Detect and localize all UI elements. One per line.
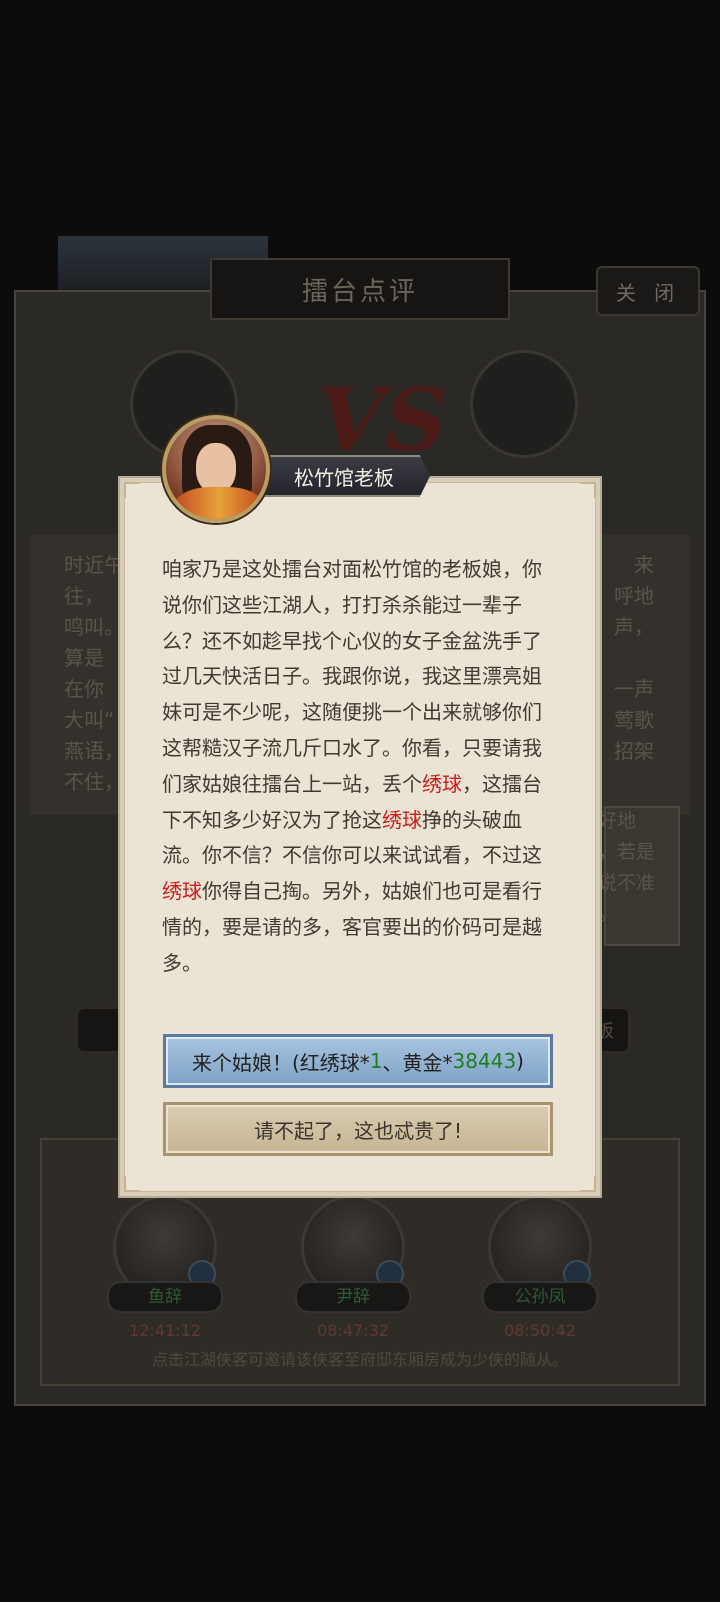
hero-timer: 12:41:12 [129, 1321, 201, 1340]
story-line: 在你 [64, 677, 104, 701]
hero-name: 尹辞 [295, 1281, 411, 1313]
right-fighter-slot [470, 350, 578, 458]
item-highlight: 绣球 [382, 807, 422, 832]
hero-name: 公孙凤 [482, 1281, 598, 1313]
story-line: 莺歌 [614, 708, 654, 732]
dialog-text: 咱家乃是这处擂台对面松竹馆的老板娘，你说你们这些江湖人，打打杀杀能过一辈子么？还… [162, 557, 542, 796]
story-line: 不住， [64, 770, 124, 794]
corner-ornament [580, 482, 596, 498]
story-line: 来 [634, 553, 654, 577]
npc-avatar [162, 415, 270, 523]
gold-cost: 38443 [452, 1049, 517, 1073]
hire-label-middle: 、黄金* [382, 1050, 453, 1075]
hire-girl-button[interactable]: 来个姑娘！(红绣球* 1 、黄金* 38443) [163, 1034, 553, 1088]
hero-timer: 08:50:42 [504, 1321, 576, 1340]
decline-button[interactable]: 请不起了，这也忒贵了! [163, 1102, 553, 1156]
side-card-text: 好地 ，若是 说不准 。 [598, 806, 655, 930]
story-line: 算是 [64, 646, 104, 670]
corner-ornament [124, 482, 140, 498]
hero-hint-text: 点击江湖侠客可邀请该侠客至府邸东厢房成为少侠的随从。 [151, 1350, 568, 1369]
story-text-left: 时近午 往， 鸣叫。 算是 在你 大叫“ 燕语， 不住， [64, 550, 124, 798]
hire-label-suffix: ) [516, 1049, 524, 1073]
corner-ornament [124, 1176, 140, 1192]
card-line: ，若是 [598, 841, 656, 863]
ball-quantity: 1 [369, 1049, 383, 1073]
story-line: 大叫“ [64, 708, 115, 732]
item-highlight: 绣球 [162, 879, 202, 904]
dialog-body: 咱家乃是这处擂台对面松竹馆的老板娘，你说你们这些江湖人，打打杀杀能过一辈子么？还… [162, 552, 554, 982]
card-line: 好地 [598, 810, 637, 832]
story-line: 呼地 [614, 584, 654, 608]
corner-ornament [580, 1176, 596, 1192]
item-highlight: 绣球 [422, 771, 462, 796]
hero-card[interactable]: 公孙凤 08:50:42 [480, 1195, 600, 1340]
story-line: 时近午 [64, 553, 124, 577]
hero-card[interactable]: 鱼辞 12:41:12 [105, 1195, 225, 1340]
story-line: 招架 [614, 739, 654, 763]
story-line: 声， [614, 615, 654, 639]
story-line [594, 643, 654, 674]
story-line: 燕语， [64, 739, 124, 763]
story-text-right: 来 呼地 声， 一声 莺歌 招架 [594, 550, 654, 767]
card-line: 。 [598, 903, 618, 925]
story-line: 鸣叫。 [64, 615, 124, 639]
hero-timer: 08:47:32 [317, 1321, 389, 1340]
card-line: 说不准 [598, 872, 656, 894]
dialog-text: 你得自己掏。另外，姑娘们也可是看行情的，要是请的多，客官要出的价码可是越多。 [162, 879, 542, 975]
hero-name: 鱼辞 [107, 1281, 223, 1313]
speaker-name: 松竹馆老板 [258, 455, 430, 497]
hero-card[interactable]: 尹辞 08:47:32 [293, 1195, 413, 1340]
story-line: 一声 [614, 677, 654, 701]
panel-title: 擂台点评 [210, 258, 510, 320]
story-line: 往， [64, 584, 104, 608]
close-button[interactable]: 关 闭 [596, 266, 700, 316]
hire-label-prefix: 来个姑娘！(红绣球* [192, 1050, 370, 1075]
